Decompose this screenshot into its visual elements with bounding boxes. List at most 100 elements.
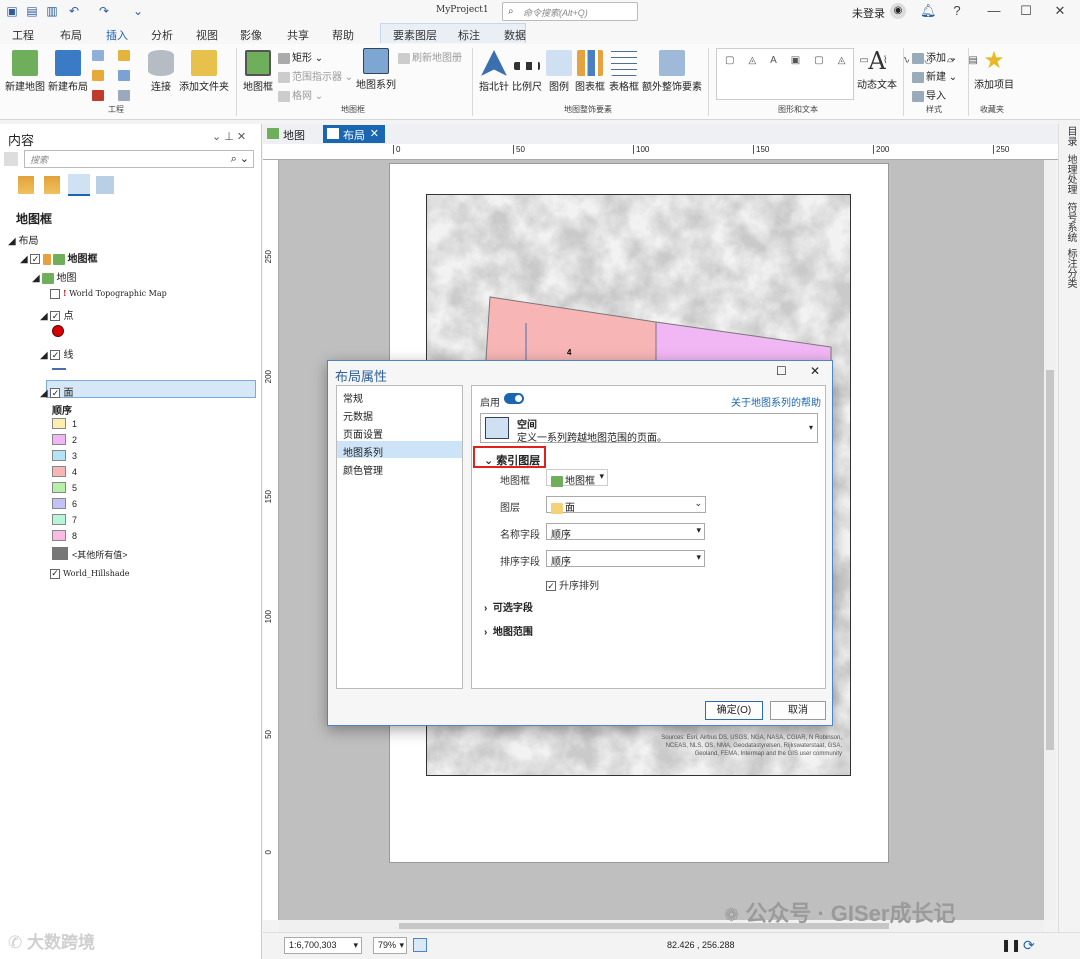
tab-view[interactable]: 视图 xyxy=(196,27,218,43)
tree-topo-layer[interactable]: ! World Topographic Map xyxy=(50,288,167,299)
vertical-scrollbar[interactable] xyxy=(1044,160,1056,920)
visibility-checkbox[interactable]: ✓ xyxy=(30,254,41,265)
new-map-button[interactable]: 新建地图 xyxy=(4,50,46,93)
tab-project[interactable]: 工程 xyxy=(12,27,34,43)
tab-geoprocessing[interactable]: 地理处理 xyxy=(1063,154,1078,194)
style-icon[interactable] xyxy=(92,90,104,101)
tab-layout-view[interactable]: 布局 ✕ xyxy=(323,125,385,143)
class-swatch[interactable] xyxy=(52,498,66,509)
dialog-close-button[interactable]: ✕ xyxy=(810,364,820,378)
map-extent-section[interactable]: › 地图范围 xyxy=(484,623,533,638)
ok-button[interactable]: 确定(O) xyxy=(705,701,763,720)
fixed-zoom-icon[interactable] xyxy=(413,938,427,952)
tree-hillshade-layer[interactable]: ✓ World_Hillshade xyxy=(50,569,130,579)
nav-color-management[interactable]: 颜色管理 xyxy=(337,459,462,477)
tab-help[interactable]: 帮助 xyxy=(332,27,354,43)
class-swatch[interactable] xyxy=(52,418,66,429)
notebook-icon[interactable] xyxy=(92,70,104,81)
undo-icon[interactable]: ↶ xyxy=(66,3,82,19)
style-add-button[interactable]: 添加 ⌄ xyxy=(912,49,957,64)
chart-frame-button[interactable]: 图表框 xyxy=(573,50,607,93)
avatar-icon[interactable]: ◉ xyxy=(890,3,906,19)
table-icon[interactable] xyxy=(118,90,130,101)
scale-bar-button[interactable]: 比例尺 xyxy=(511,50,543,93)
name-field-dropdown[interactable]: 顺序 ▾ xyxy=(546,523,705,541)
tree-layout[interactable]: ◢ 布局 xyxy=(8,232,38,247)
close-button[interactable]: ✕ xyxy=(1050,2,1070,20)
help-link[interactable]: 关于地图系列的帮助 xyxy=(731,394,821,409)
tab-map-view[interactable]: 地图 xyxy=(263,125,311,143)
rectangle-button[interactable]: 矩形 ⌄ xyxy=(278,49,323,64)
close-tab-icon[interactable]: ✕ xyxy=(370,127,379,140)
checkbox[interactable]: ✓ xyxy=(546,581,556,592)
notification-icon[interactable]: 🔔︎ xyxy=(920,3,937,19)
contents-search-input[interactable]: 搜索 ⌕ ⌄ xyxy=(24,150,254,168)
minimize-button[interactable]: — xyxy=(984,2,1004,20)
extra-surrounds-button[interactable]: 额外整饰要素 xyxy=(641,50,703,93)
style-import-button[interactable]: 导入 xyxy=(912,87,946,102)
tree-line-layer[interactable]: ◢ ✓ 线 xyxy=(40,346,73,361)
nav-page-setup[interactable]: 页面设置 xyxy=(337,423,462,441)
customize-icon[interactable]: ⌄ xyxy=(130,3,146,19)
line-symbol[interactable] xyxy=(52,368,66,370)
north-arrow-button[interactable]: 指北针 xyxy=(477,50,511,93)
tab-feature-layer[interactable]: 要素图层 xyxy=(393,27,437,43)
tab-label-classes[interactable]: 标注分类 xyxy=(1063,248,1078,288)
visibility-checkbox[interactable]: ✓ xyxy=(50,311,61,322)
nav-map-series[interactable]: 地图系列 xyxy=(337,441,462,459)
redo-icon[interactable]: ↷ xyxy=(96,3,112,19)
tab-catalog[interactable]: 目录 xyxy=(1063,126,1078,146)
refresh-map-book-button[interactable]: 刷新地图册 xyxy=(398,49,462,64)
pause-drawing-icon[interactable]: ❚❚ xyxy=(1001,938,1021,952)
class-swatch[interactable] xyxy=(52,482,66,493)
enable-toggle[interactable] xyxy=(504,393,524,404)
list-by-source-icon[interactable] xyxy=(44,176,60,194)
graphics-gallery[interactable]: ▢◬A▣▢◬▭⌇∿◡▱▤ xyxy=(716,48,978,100)
tab-symbology[interactable]: 符号系统 xyxy=(1063,202,1078,242)
extent-indicator-button[interactable]: 范围指示器 ⌄ xyxy=(278,68,353,83)
visibility-checkbox[interactable]: ✓ xyxy=(50,569,60,579)
list-by-selection-icon[interactable] xyxy=(68,174,90,196)
dialog-maximize-button[interactable]: ☐ xyxy=(776,364,787,378)
tree-point-layer[interactable]: ◢ ✓ 点 xyxy=(40,307,73,322)
refresh-icon[interactable]: ⟳ xyxy=(1023,937,1035,954)
table-frame-button[interactable]: 表格框 xyxy=(607,50,641,93)
legend-button[interactable]: 图例 xyxy=(545,50,573,93)
tree-polygon-layer[interactable]: ◢ ✓ 面 xyxy=(40,384,73,399)
point-symbol[interactable] xyxy=(52,325,64,337)
save-icon[interactable]: ▥ xyxy=(44,3,60,19)
nav-general[interactable]: 常规 xyxy=(337,387,462,405)
tab-labeling[interactable]: 标注 xyxy=(458,27,480,43)
add-item-button[interactable]: ★ 添加项目 xyxy=(972,48,1016,92)
tree-map[interactable]: ◢ 地图 xyxy=(32,269,76,284)
filter-icon[interactable] xyxy=(4,152,18,166)
class-swatch[interactable] xyxy=(52,450,66,461)
scroll-thumb[interactable] xyxy=(1046,370,1054,750)
tab-imagery[interactable]: 影像 xyxy=(240,27,262,43)
style-new-button[interactable]: 新建 ⌄ xyxy=(912,68,957,83)
optional-fields-section[interactable]: › 可选字段 xyxy=(484,599,533,614)
visibility-checkbox[interactable] xyxy=(50,289,60,299)
series-type-dropdown[interactable]: 空间 定义一系列跨越地图范围的页面。 ▾ xyxy=(480,413,818,444)
tab-layout[interactable]: 布局 xyxy=(60,27,82,43)
visibility-checkbox[interactable]: ✓ xyxy=(50,388,61,399)
tab-analysis[interactable]: 分析 xyxy=(151,27,173,43)
new-project-icon[interactable]: ▣ xyxy=(4,3,20,19)
zoom-dropdown[interactable]: 79% ▾ xyxy=(373,937,407,954)
add-folder-button[interactable]: 添加文件夹 xyxy=(178,50,230,93)
report-icon[interactable] xyxy=(92,50,104,61)
visibility-checkbox[interactable]: ✓ xyxy=(50,350,61,361)
open-project-icon[interactable]: ▤ xyxy=(24,3,40,19)
toolbox-icon[interactable] xyxy=(118,50,130,61)
ascending-checkbox[interactable]: ✓ 升序排列 xyxy=(546,577,599,592)
grid-button[interactable]: 格网 ⌄ xyxy=(278,87,323,102)
list-by-drawing-order-icon[interactable] xyxy=(18,176,34,194)
class-swatch[interactable] xyxy=(52,530,66,541)
map-frame-dropdown[interactable]: 地图框 ▾ xyxy=(546,469,608,487)
class-swatch[interactable] xyxy=(52,514,66,525)
layer-dropdown[interactable]: 面 ⌄ xyxy=(546,496,706,514)
user-status[interactable]: 未登录 xyxy=(852,5,885,21)
map-series-button[interactable]: 地图系列 xyxy=(356,48,396,91)
map-frame-button[interactable]: 地图框 xyxy=(240,50,276,93)
other-values-symbol[interactable] xyxy=(52,547,68,560)
